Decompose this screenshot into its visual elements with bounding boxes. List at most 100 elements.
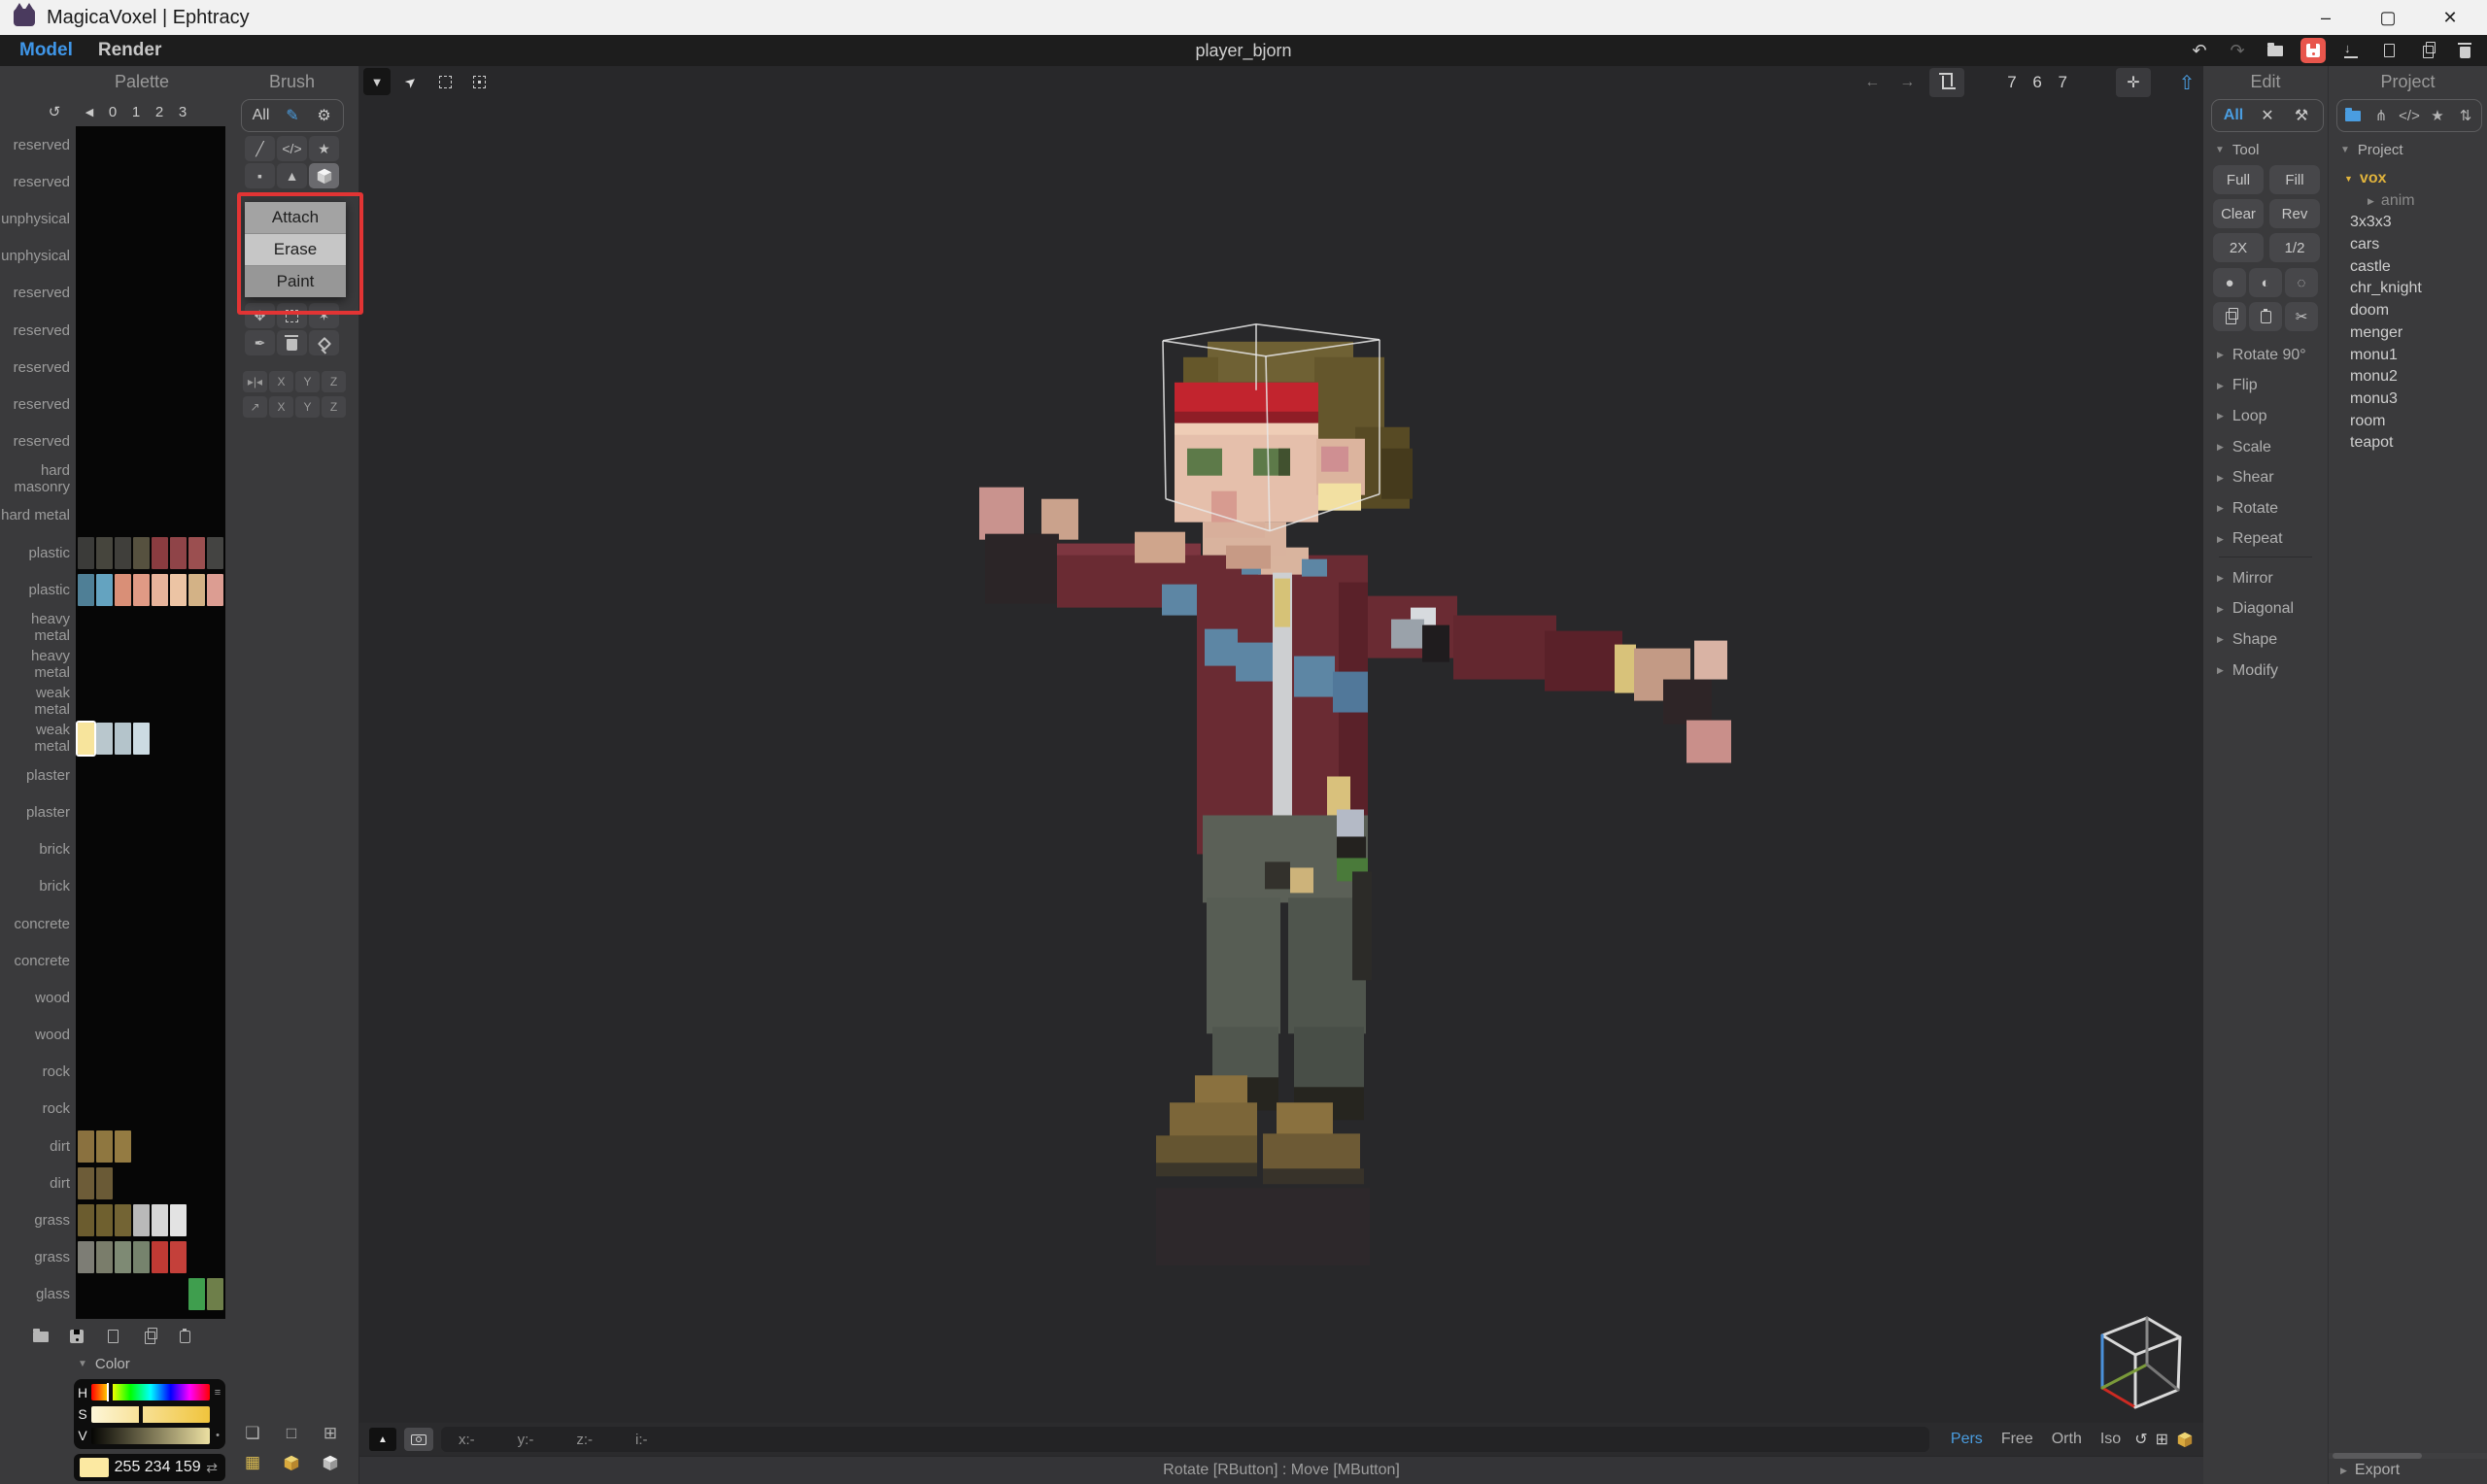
hue-slider[interactable] xyxy=(91,1384,210,1400)
color-swatch[interactable] xyxy=(133,574,150,606)
window-control-button[interactable]: ✕ xyxy=(2431,8,2470,28)
mirror-axis-button[interactable]: ▸|◂ xyxy=(243,371,267,392)
axis-mode-button[interactable]: Z xyxy=(322,396,346,418)
color-swatch[interactable] xyxy=(133,1241,150,1273)
brush-tool-button[interactable]: ✶ xyxy=(309,303,339,328)
mirror-axis-button[interactable]: Z xyxy=(322,371,346,392)
tree-item[interactable]: room xyxy=(2329,411,2487,433)
palette-reset-button[interactable]: ↺ xyxy=(43,103,66,120)
palette-file-button[interactable] xyxy=(67,1327,86,1346)
color-swatch[interactable] xyxy=(152,1241,168,1273)
color-swatch[interactable] xyxy=(96,1204,113,1236)
brush-shape-button[interactable]: ◐ xyxy=(2249,268,2282,297)
color-swatch[interactable] xyxy=(115,1130,131,1163)
color-swatch[interactable] xyxy=(96,574,113,606)
clipboard-button[interactable] xyxy=(2213,302,2246,331)
brush-mode-tab[interactable]: ✎ xyxy=(280,106,305,125)
palette-page-2[interactable]: 2 xyxy=(148,104,171,120)
camera-mode-button[interactable]: Orth xyxy=(2052,1431,2082,1448)
camera-mode-button[interactable]: Free xyxy=(2001,1431,2033,1448)
color-swatch[interactable] xyxy=(96,537,113,569)
brush-tool-button[interactable]: ▪ xyxy=(245,163,275,188)
screenshot-button[interactable] xyxy=(404,1428,433,1451)
brush-tool-button[interactable]: ╱ xyxy=(245,136,275,161)
edit-section-header[interactable]: ▶Shear xyxy=(2203,462,2328,493)
window-control-button[interactable]: – xyxy=(2306,8,2345,28)
color-swatch[interactable] xyxy=(188,537,205,569)
palette-page-0[interactable]: 0 xyxy=(101,104,124,120)
tree-item[interactable]: 3x3x3 xyxy=(2329,212,2487,234)
menu-action-button[interactable] xyxy=(2263,38,2288,63)
voxel-mode-menu-item[interactable]: Paint xyxy=(245,266,346,297)
select-all-icon[interactable] xyxy=(465,68,493,95)
axis-mode-button[interactable]: Y xyxy=(295,396,320,418)
tool-button[interactable]: 1/2 xyxy=(2269,233,2320,262)
mode-tab[interactable]: Render xyxy=(98,40,161,61)
color-swatch[interactable] xyxy=(115,723,131,755)
color-swatch[interactable] xyxy=(207,574,223,606)
tool-button[interactable]: Clear xyxy=(2213,199,2264,228)
menu-action-button[interactable] xyxy=(2376,38,2402,63)
menu-action-button[interactable]: ↶ xyxy=(2187,38,2212,63)
color-swatch[interactable] xyxy=(78,723,94,755)
brush-tool-button[interactable] xyxy=(309,330,339,355)
tree-item[interactable]: chr_knight xyxy=(2329,278,2487,300)
brush-tool-button[interactable]: ★ xyxy=(309,136,339,161)
shaded-view-icon[interactable] xyxy=(2176,1431,2194,1448)
edit-section-header[interactable]: ▶Loop xyxy=(2203,401,2328,432)
scrollbar-thumb[interactable] xyxy=(2333,1453,2422,1459)
tree-item[interactable]: doom xyxy=(2329,300,2487,322)
project-tab[interactable]: ⇅ xyxy=(2453,107,2478,124)
tree-item[interactable]: monu3 xyxy=(2329,388,2487,411)
history-forward-icon[interactable]: → xyxy=(1894,74,1920,91)
color-swatch[interactable] xyxy=(78,574,94,606)
color-section-header[interactable]: ▼ Color xyxy=(78,1356,130,1372)
edit-section-header[interactable]: ▶Repeat xyxy=(2203,524,2328,556)
window-control-button[interactable]: ▢ xyxy=(2368,8,2407,28)
mirror-axis-button[interactable]: X xyxy=(269,371,293,392)
brush-tool-button[interactable]: ✒ xyxy=(245,330,275,355)
select-region-icon[interactable] xyxy=(431,68,459,95)
edit-section-header[interactable]: ▶Rotate xyxy=(2203,493,2328,524)
color-swatch[interactable] xyxy=(115,537,131,569)
color-swatch[interactable] xyxy=(188,574,205,606)
fit-model-button[interactable]: ✛ xyxy=(2116,68,2151,97)
color-swatch[interactable] xyxy=(152,1204,168,1236)
export-section-header[interactable]: ▶ Export xyxy=(2340,1462,2400,1479)
brush-tool-button[interactable] xyxy=(277,330,307,355)
resize-model-button[interactable] xyxy=(1929,68,1964,97)
tree-item[interactable]: castle xyxy=(2329,256,2487,279)
brush-shape-button[interactable]: ● xyxy=(2213,268,2246,297)
tool-button[interactable]: Fill xyxy=(2269,165,2320,194)
mirror-axis-button[interactable]: Y xyxy=(295,371,320,392)
value-slider[interactable] xyxy=(91,1428,210,1444)
tree-item[interactable]: teapot xyxy=(2329,432,2487,455)
clipboard-button[interactable]: ✂ xyxy=(2285,302,2318,331)
voxel-mode-menu-item[interactable]: Attach xyxy=(245,202,346,234)
brush-tool-button[interactable]: ▲ xyxy=(277,163,307,188)
clipboard-button[interactable] xyxy=(2249,302,2282,331)
display-toggle-button[interactable]: ⊞ xyxy=(321,1424,340,1443)
display-toggle-button[interactable] xyxy=(282,1453,301,1472)
color-swatch[interactable] xyxy=(207,1278,223,1310)
edit-section-header[interactable]: ▶Scale xyxy=(2203,432,2328,463)
expand-console-button[interactable]: ▲ xyxy=(369,1428,396,1451)
color-swatch[interactable] xyxy=(78,1130,94,1163)
brush-tool-button[interactable]: </> xyxy=(277,136,307,161)
tool-button[interactable]: Rev xyxy=(2269,199,2320,228)
color-swatch[interactable] xyxy=(152,537,168,569)
axis-mode-button[interactable]: ↗ xyxy=(243,396,267,418)
project-tab[interactable]: ⋔ xyxy=(2368,107,2394,124)
brush-mode-tab[interactable]: ⚙ xyxy=(312,106,337,125)
color-swatch[interactable] xyxy=(115,1204,131,1236)
tree-item[interactable]: cars xyxy=(2329,234,2487,256)
tree-item[interactable]: monu2 xyxy=(2329,366,2487,388)
brush-shape-button[interactable]: ◌ xyxy=(2285,268,2318,297)
color-swatch[interactable] xyxy=(78,537,94,569)
display-toggle-button[interactable]: ▦ xyxy=(243,1453,262,1472)
palette-prev-icon[interactable]: ◀ xyxy=(78,106,101,118)
view-dropdown-button[interactable]: ▼ xyxy=(363,68,391,95)
color-swatch[interactable] xyxy=(133,1204,150,1236)
axis-mode-button[interactable]: X xyxy=(269,396,293,418)
palette-file-button[interactable] xyxy=(103,1327,122,1346)
